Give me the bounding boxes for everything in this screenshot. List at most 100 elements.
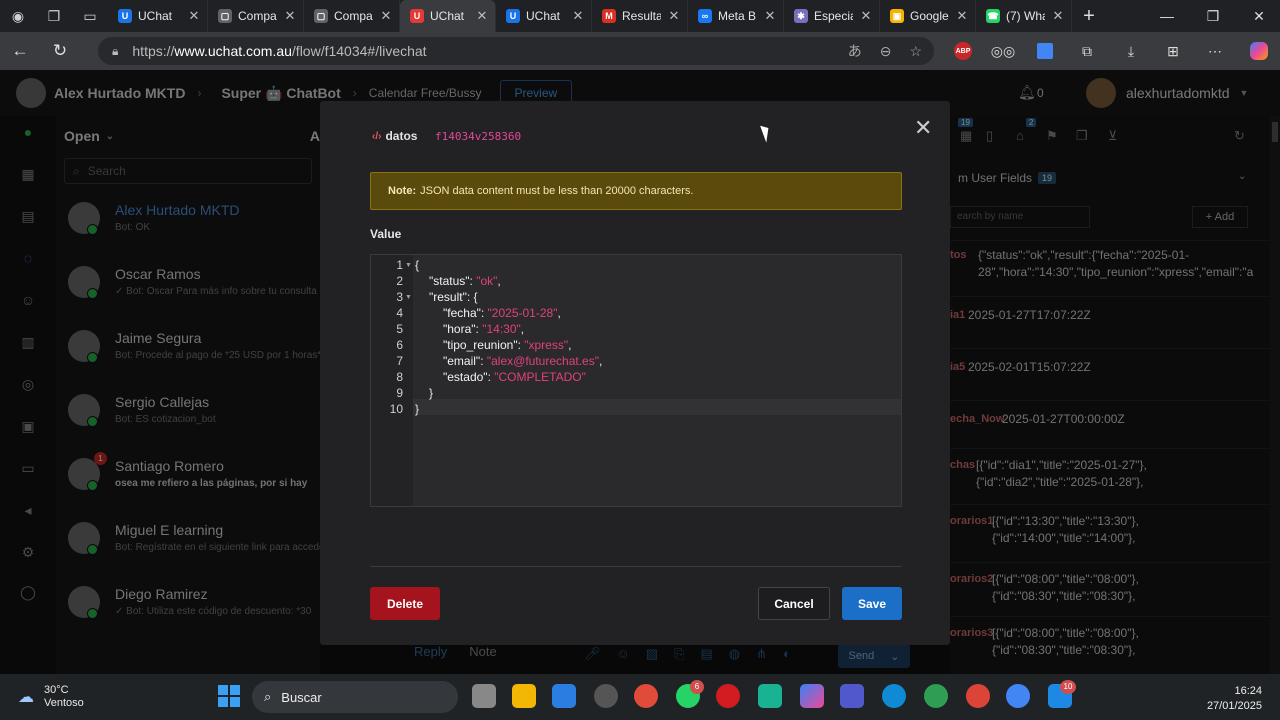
translate-extension-icon[interactable] <box>1030 32 1060 70</box>
tab-favicon-icon: ▣ <box>890 9 904 23</box>
line-number: 3 <box>396 290 403 304</box>
chrome-icon[interactable] <box>634 684 658 708</box>
profile-avatar-icon[interactable]: ◉ <box>0 0 36 32</box>
favorite-star-icon[interactable]: ☆ <box>909 43 922 60</box>
search-icon: ⌕ <box>264 689 272 704</box>
glasses-extension-icon[interactable]: ◎◎ <box>988 32 1018 70</box>
json-length-note: Note: JSON data content must be less tha… <box>370 172 902 210</box>
tab-favicon-icon: U <box>410 9 424 23</box>
tab-close-icon[interactable]: ✕ <box>859 8 873 24</box>
extensions-puzzle-icon[interactable]: ⧉ <box>1072 32 1102 70</box>
file-explorer-icon[interactable] <box>512 684 536 708</box>
copilot-taskbar-icon[interactable] <box>800 684 824 708</box>
note-text: JSON data content must be less than 2000… <box>420 185 694 197</box>
zoom-icon[interactable]: ⊖ <box>880 43 892 60</box>
modal-divider <box>370 566 902 567</box>
tab-close-icon[interactable]: ✕ <box>379 8 393 24</box>
json-editor[interactable]: 1 2 3 4 5 6 7 8 9 10 ▼ ▼ { "status": "ok", "resul… <box>370 254 902 507</box>
minimize-icon[interactable]: — <box>1144 0 1190 32</box>
browser-tab[interactable]: ☎ (7) Wha ✕ <box>976 0 1072 32</box>
browser-tab[interactable]: ∞ Meta B ✕ <box>688 0 784 32</box>
tab-close-icon[interactable]: ✕ <box>667 8 681 24</box>
tab-actions-icon[interactable]: ▭ <box>72 0 108 32</box>
opera-icon[interactable] <box>716 684 740 708</box>
tab-title: Compar <box>334 9 373 23</box>
fold-arrow-icon[interactable]: ▼ <box>405 262 412 269</box>
tab-favicon-icon: ☎ <box>986 9 1000 23</box>
tab-favicon-icon: U <box>506 9 520 23</box>
code-brackets-icon: ‹/› <box>372 130 382 142</box>
tab-close-icon[interactable]: ✕ <box>571 8 585 24</box>
line-number: 2 <box>396 274 403 288</box>
store-icon[interactable] <box>552 684 576 708</box>
weather-desc: Ventoso <box>44 697 84 709</box>
teams-icon[interactable] <box>840 684 864 708</box>
tab-close-icon[interactable]: ✕ <box>187 8 201 24</box>
adblock-extension-icon[interactable]: ABP <box>948 32 978 70</box>
browser-tab[interactable]: ▢ Compar ✕ <box>208 0 304 32</box>
chrome-profile3-icon[interactable] <box>1006 684 1030 708</box>
line-number: 5 <box>396 322 403 336</box>
save-button[interactable]: Save <box>842 587 902 620</box>
browser-tab[interactable]: U UChat ✕ <box>108 0 208 32</box>
tab-favicon-icon: ▢ <box>314 9 328 23</box>
windows-start-icon[interactable] <box>218 685 240 707</box>
tab-close-icon[interactable]: ✕ <box>283 8 297 24</box>
browser-tab[interactable]: U UChat ✕ <box>496 0 592 32</box>
browser-tab[interactable]: ▢ Compar ✕ <box>304 0 400 32</box>
code-line-10: } <box>415 402 420 416</box>
copilot-icon[interactable] <box>1244 32 1274 70</box>
browser-tab[interactable]: M Resultad ✕ <box>592 0 688 32</box>
workspaces-icon[interactable]: ❐ <box>36 0 72 32</box>
code-line-1: { <box>415 258 420 272</box>
tab-favicon-icon: ∞ <box>698 9 712 23</box>
close-window-icon[interactable]: ✕ <box>1236 0 1280 32</box>
browser-tab[interactable]: ✱ Especia ✕ <box>784 0 880 32</box>
tab-close-icon[interactable]: ✕ <box>955 8 969 24</box>
messages-badge: 10 <box>1060 680 1076 694</box>
tab-title: UChat <box>430 9 465 23</box>
whatsapp-badge: 6 <box>690 680 704 694</box>
translate-icon[interactable]: あ <box>848 41 862 61</box>
cancel-button[interactable]: Cancel <box>758 587 830 620</box>
browser-tab[interactable]: ▣ Google ✕ <box>880 0 976 32</box>
chrome-profile2-icon[interactable] <box>966 684 990 708</box>
tab-title: Google <box>910 9 949 23</box>
taskbar-search[interactable]: ⌕ Buscar <box>252 681 458 713</box>
weather-widget[interactable]: ☁ 30°C Ventoso <box>18 684 84 710</box>
url-prefix: https:// <box>132 43 175 59</box>
edge-icon[interactable] <box>882 684 906 708</box>
field-name-tag: ‹/› datos <box>372 129 417 143</box>
more-menu-icon[interactable]: ⋯ <box>1200 32 1230 70</box>
close-icon[interactable]: ✕ <box>914 115 932 141</box>
downloads-icon[interactable]: ⤓ <box>1116 32 1146 70</box>
task-view-icon[interactable] <box>472 684 496 708</box>
tab-favicon-icon: ▢ <box>218 9 232 23</box>
collections-icon[interactable]: ⊞ <box>1158 32 1188 70</box>
refresh-icon[interactable]: ↻ <box>40 41 80 61</box>
maximize-icon[interactable]: ❐ <box>1190 0 1236 32</box>
code-line-5: "hora": "14:30", <box>443 322 525 336</box>
url-host: www.uchat.com.au <box>174 43 292 59</box>
tab-close-icon[interactable]: ✕ <box>475 8 489 24</box>
lock-icon: 🔒︎ <box>112 43 119 58</box>
weather-temp: 30°C <box>44 684 69 696</box>
tab-close-icon[interactable]: ✕ <box>763 8 777 24</box>
code-line-9: } <box>429 386 434 400</box>
edit-field-modal: ✕ ‹/› datos f14034v258360 Note: JSON dat… <box>320 101 950 645</box>
browser-tab[interactable]: U UChat ✕ <box>400 0 496 32</box>
line-number: 6 <box>396 338 403 352</box>
fold-arrow-icon[interactable]: ▼ <box>405 294 412 301</box>
url-field[interactable]: 🔒︎ https://www.uchat.com.au/flow/f14034#… <box>98 37 934 65</box>
new-tab-button[interactable]: + <box>1072 5 1106 28</box>
url-path: /flow/f14034#/livechat <box>291 43 427 59</box>
delete-button[interactable]: Delete <box>370 587 440 620</box>
chrome-profile-icon[interactable] <box>924 684 948 708</box>
system-clock[interactable]: 16:24 27/01/2025 <box>1196 684 1262 714</box>
tab-close-icon[interactable]: ✕ <box>1051 8 1065 24</box>
pycharm-icon[interactable] <box>758 684 782 708</box>
tab-title: Compar <box>238 9 277 23</box>
tab-title: Resultad <box>622 9 661 23</box>
obs-icon[interactable] <box>594 684 618 708</box>
back-icon[interactable]: ← <box>0 41 40 61</box>
